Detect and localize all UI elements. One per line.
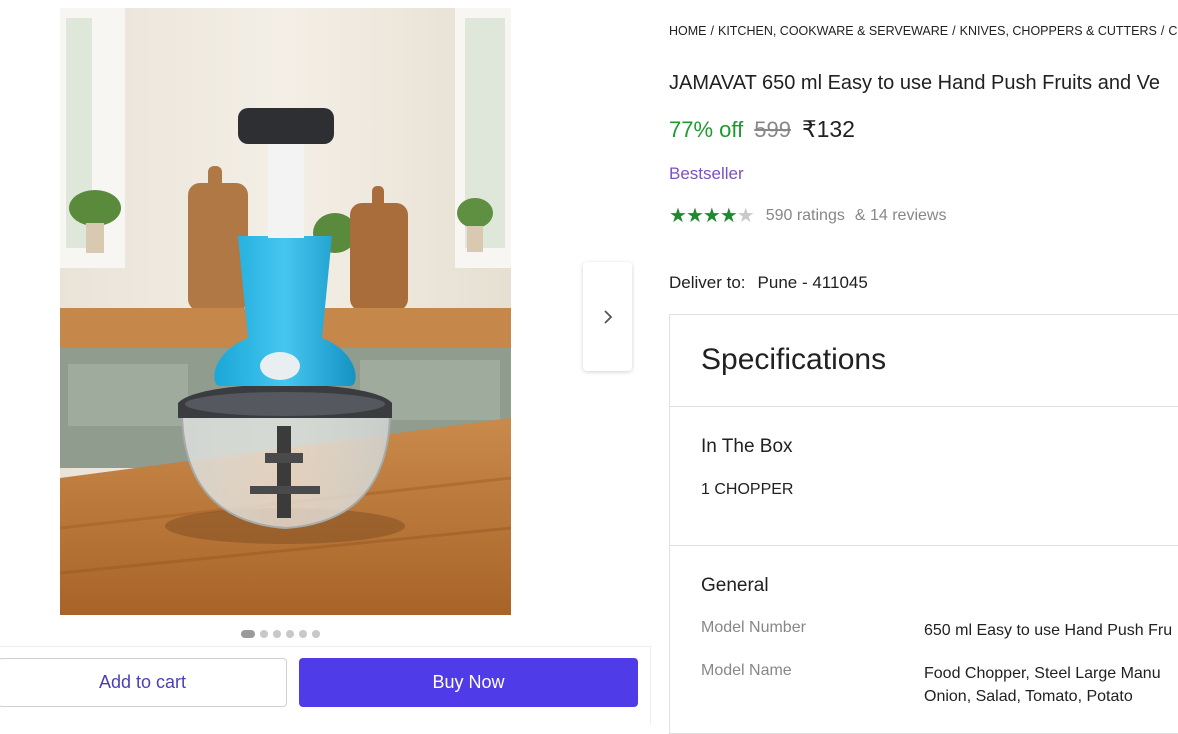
ratings-count[interactable]: 590 ratings [766, 207, 845, 225]
carousel-dot[interactable] [299, 630, 307, 638]
chevron-right-icon [603, 309, 612, 324]
carousel-dots [241, 629, 320, 639]
chopper-photo [60, 8, 511, 615]
spec-value-line: Food Chopper, Steel Large Manu [924, 665, 1161, 682]
breadcrumb-item[interactable]: HOME [669, 24, 707, 38]
divider [670, 406, 1178, 407]
breadcrumb-item[interactable]: KITCHEN, COOKWARE & SERVEWARE [718, 24, 948, 38]
breadcrumb-item[interactable]: CHO [1168, 24, 1178, 38]
specifications-title: Specifications [701, 343, 887, 376]
spec-key-model-name: Model Name [701, 662, 792, 679]
spec-value-line: Onion, Salad, Tomato, Potato [924, 688, 1133, 705]
carousel-dot[interactable] [286, 630, 294, 638]
divider [670, 545, 1178, 546]
spec-value-model-name: Food Chopper, Steel Large Manu Onion, Sa… [924, 662, 1161, 708]
carousel-dot[interactable] [241, 630, 255, 638]
bestseller-badge: Bestseller [669, 164, 744, 183]
delivery-info[interactable]: Deliver to: Pune - 411045 [669, 273, 868, 293]
add-to-cart-button[interactable]: Add to cart [0, 658, 287, 707]
product-image[interactable] [60, 8, 511, 615]
spec-value-model-number: 650 ml Easy to use Hand Push Fru [924, 622, 1173, 639]
selling-price: ₹132 [801, 116, 855, 142]
product-title: JAMAVAT 650 ml Easy to use Hand Push Fru… [669, 72, 1160, 94]
action-bar: Add to cart Buy Now [0, 646, 651, 725]
rating-stars: ★★★★★ [669, 205, 755, 227]
star-filled-icon: ★ [702, 205, 721, 227]
in-the-box-value: 1 CHOPPER [701, 481, 794, 498]
discount-percent: 77% off [669, 117, 744, 142]
star-filled-icon: ★ [669, 205, 687, 227]
in-the-box-heading: In The Box [701, 436, 793, 457]
delivery-location[interactable]: Pune - 411045 [758, 273, 868, 292]
carousel-dot[interactable] [260, 630, 268, 638]
rating-row[interactable]: ★★★★★ 590 ratings & 14 reviews [669, 206, 946, 226]
next-image-button[interactable] [583, 262, 632, 371]
deliver-label: Deliver to: [669, 273, 746, 292]
buy-now-button[interactable]: Buy Now [299, 658, 638, 707]
breadcrumb: HOME / KITCHEN, COOKWARE & SERVEWARE / KNIVE… [669, 24, 1178, 38]
spec-key-model-number: Model Number [701, 619, 806, 636]
original-price: 599 [754, 117, 791, 142]
breadcrumb-item[interactable]: KNIVES, CHOPPERS & CUTTERS [960, 24, 1157, 38]
carousel-dot[interactable] [273, 630, 281, 638]
breadcrumb-separator: / [710, 24, 714, 38]
breadcrumb-separator: / [1160, 24, 1165, 38]
breadcrumb-separator: / [952, 24, 956, 38]
star-filled-icon: ★ [719, 205, 738, 227]
price-row: 77% off 599 ₹132 [669, 116, 855, 143]
carousel-dot[interactable] [312, 630, 320, 638]
star-filled-icon: ★ [685, 205, 704, 227]
reviews-count[interactable]: & 14 reviews [855, 207, 947, 225]
general-heading: General [701, 575, 769, 596]
star-empty-icon: ★ [736, 205, 755, 227]
specifications-panel: Specifications In The Box 1 CHOPPER Gene… [669, 314, 1178, 734]
